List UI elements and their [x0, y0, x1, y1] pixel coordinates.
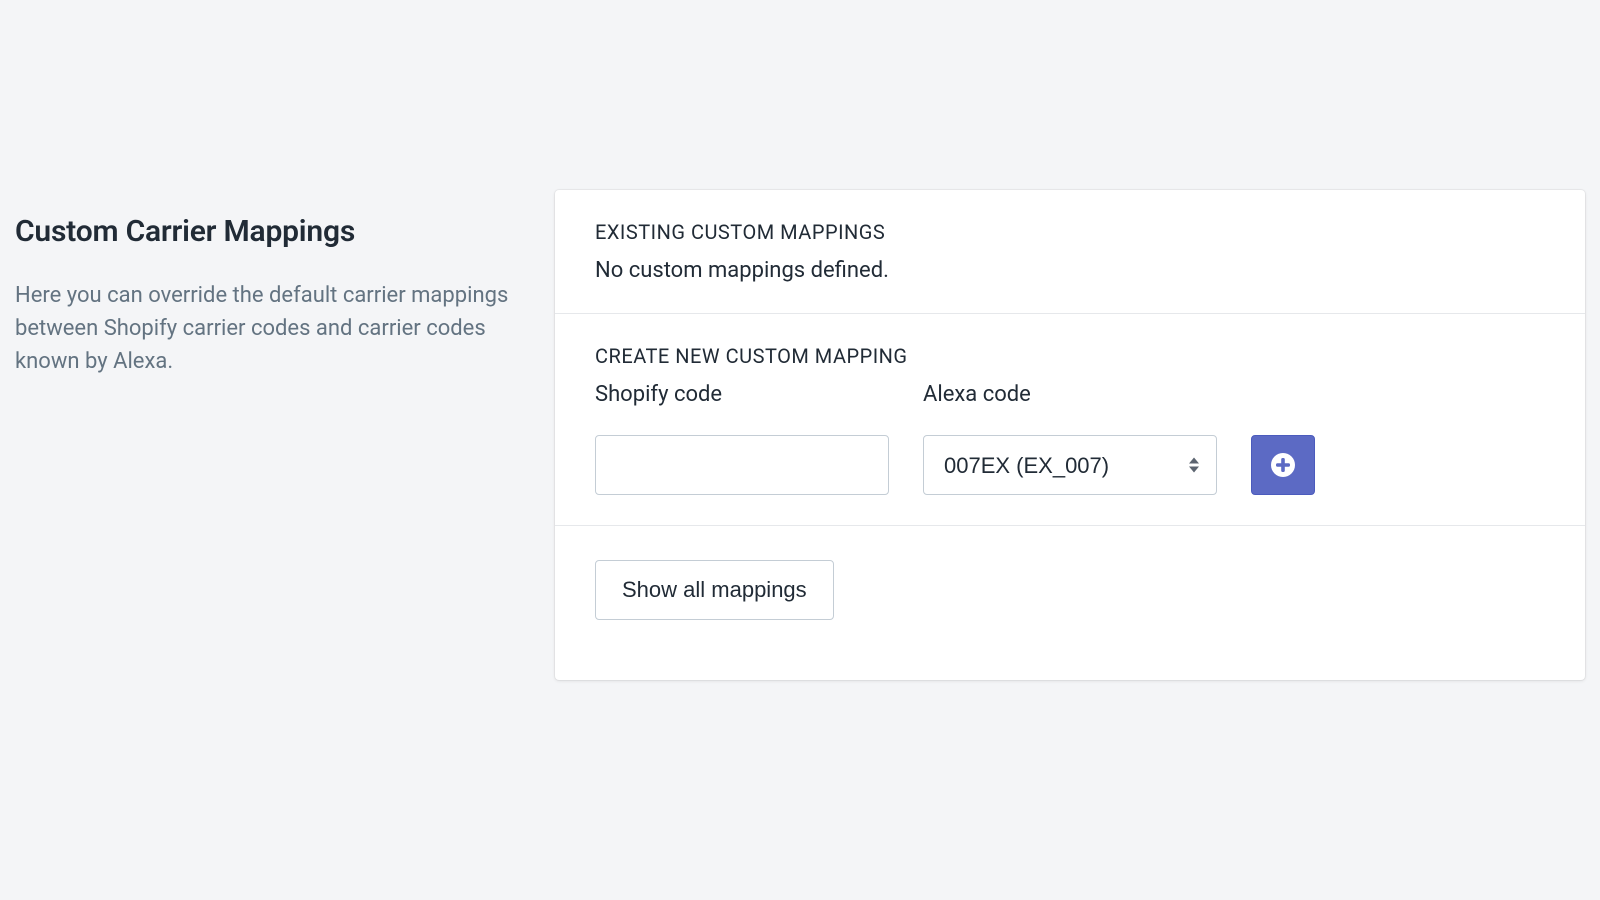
- shopify-code-input[interactable]: [595, 435, 889, 495]
- description-column: Custom Carrier Mappings Here you can ove…: [15, 190, 525, 680]
- alexa-code-field: Alexa code 007EX (EX_007): [923, 382, 1217, 495]
- existing-section: EXISTING CUSTOM MAPPINGS No custom mappi…: [555, 190, 1585, 314]
- alexa-code-select[interactable]: 007EX (EX_007): [923, 435, 1217, 495]
- create-form-row: Shopify code Alexa code 007EX (EX_007): [595, 382, 1545, 495]
- shopify-code-field: Shopify code: [595, 382, 889, 495]
- add-mapping-button[interactable]: [1251, 435, 1315, 495]
- empty-state-text: No custom mappings defined.: [595, 258, 1545, 283]
- existing-heading: EXISTING CUSTOM MAPPINGS: [595, 220, 1545, 244]
- plus-circle-icon: [1269, 451, 1297, 479]
- page-layout: Custom Carrier Mappings Here you can ove…: [0, 0, 1600, 680]
- alexa-code-label: Alexa code: [923, 382, 1217, 407]
- page-description: Here you can override the default carrie…: [15, 279, 525, 378]
- create-section: CREATE NEW CUSTOM MAPPING Shopify code A…: [555, 314, 1585, 526]
- shopify-code-label: Shopify code: [595, 382, 889, 407]
- create-heading: CREATE NEW CUSTOM MAPPING: [595, 344, 1545, 368]
- footer-section: Show all mappings: [555, 526, 1585, 680]
- show-all-mappings-button[interactable]: Show all mappings: [595, 560, 834, 620]
- alexa-code-select-wrap: 007EX (EX_007): [923, 435, 1217, 495]
- page-title: Custom Carrier Mappings: [15, 214, 525, 249]
- mappings-card: EXISTING CUSTOM MAPPINGS No custom mappi…: [555, 190, 1585, 680]
